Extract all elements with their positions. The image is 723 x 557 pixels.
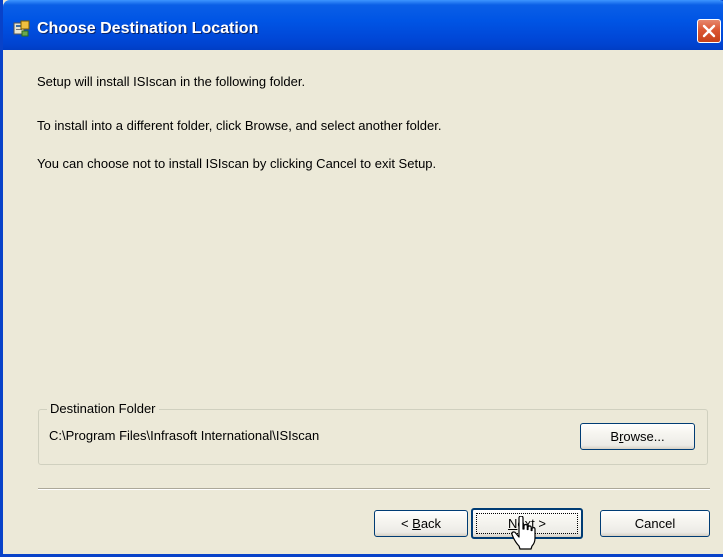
setup-app-icon xyxy=(13,20,30,37)
cancel-button[interactable]: Cancel xyxy=(600,510,710,537)
back-label-accel: B xyxy=(412,516,421,531)
back-label-pre: < xyxy=(400,516,413,531)
setup-dialog-window: Choose Destination Location Setup will i… xyxy=(0,0,723,557)
info-text-line-1: Setup will install ISIscan in the follow… xyxy=(37,74,306,89)
footer-separator xyxy=(38,488,710,490)
close-button[interactable] xyxy=(697,19,721,43)
window-title: Choose Destination Location xyxy=(37,20,259,37)
browse-button[interactable]: Browse... xyxy=(580,423,695,450)
destination-folder-label: Destination Folder xyxy=(47,401,159,416)
browse-label-post: owse... xyxy=(623,429,665,444)
close-icon xyxy=(702,24,716,38)
hand-cursor-icon xyxy=(511,516,536,550)
destination-path: C:\Program Files\Infrasoft International… xyxy=(49,428,320,443)
back-label-post: ack xyxy=(420,516,442,531)
title-bar[interactable]: Choose Destination Location xyxy=(3,0,723,50)
browse-label-pre: B xyxy=(610,429,620,444)
info-text-line-2: To install into a different folder, clic… xyxy=(37,118,442,133)
info-text-line-3: You can choose not to install ISIscan by… xyxy=(37,156,437,171)
back-button[interactable]: < Back xyxy=(374,510,468,537)
